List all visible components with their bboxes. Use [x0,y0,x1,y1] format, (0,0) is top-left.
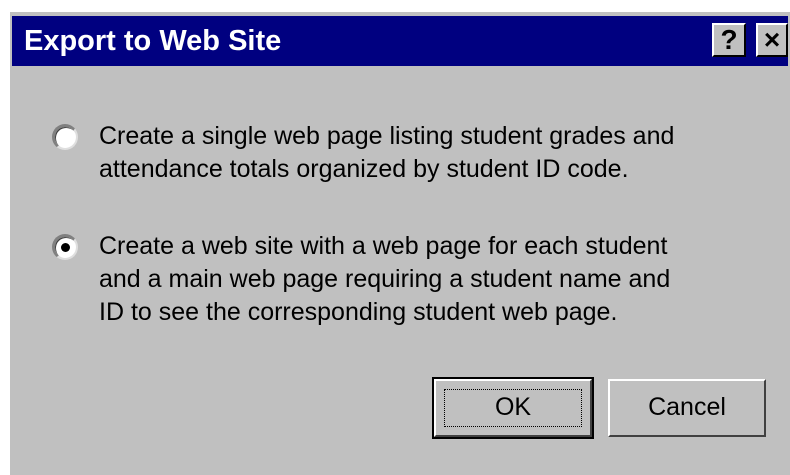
radio-web-site[interactable] [52,234,78,260]
title-bar[interactable]: Export to Web Site ? × [12,16,788,66]
radio-single-page[interactable] [52,124,78,150]
dialog-title: Export to Web Site [24,25,282,57]
radio-selected-dot [61,243,70,252]
option-web-site-label[interactable]: Create a web site with a web page for ea… [99,230,779,329]
close-button[interactable]: × [756,23,788,57]
cancel-button[interactable]: Cancel [608,379,766,437]
ok-button-label: OK [494,393,532,421]
ok-button[interactable]: OK [432,377,594,439]
option-single-page-label[interactable]: Create a single web page listing student… [99,120,779,186]
help-button[interactable]: ? [712,23,746,57]
export-dialog: Export to Web Site ? × Create a single w… [8,10,790,475]
